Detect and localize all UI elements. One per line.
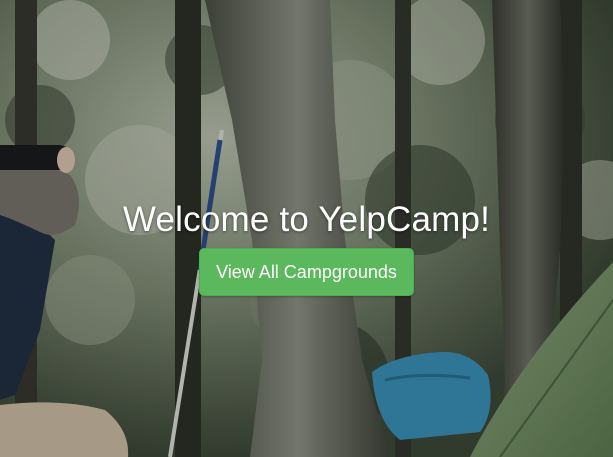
view-all-campgrounds-button[interactable]: View All Campgrounds xyxy=(199,248,414,296)
landing-hero: Welcome to YelpCamp! View All Campground… xyxy=(0,0,613,457)
hero-content: Welcome to YelpCamp! View All Campground… xyxy=(0,197,613,296)
page-title: Welcome to YelpCamp! xyxy=(122,200,491,239)
